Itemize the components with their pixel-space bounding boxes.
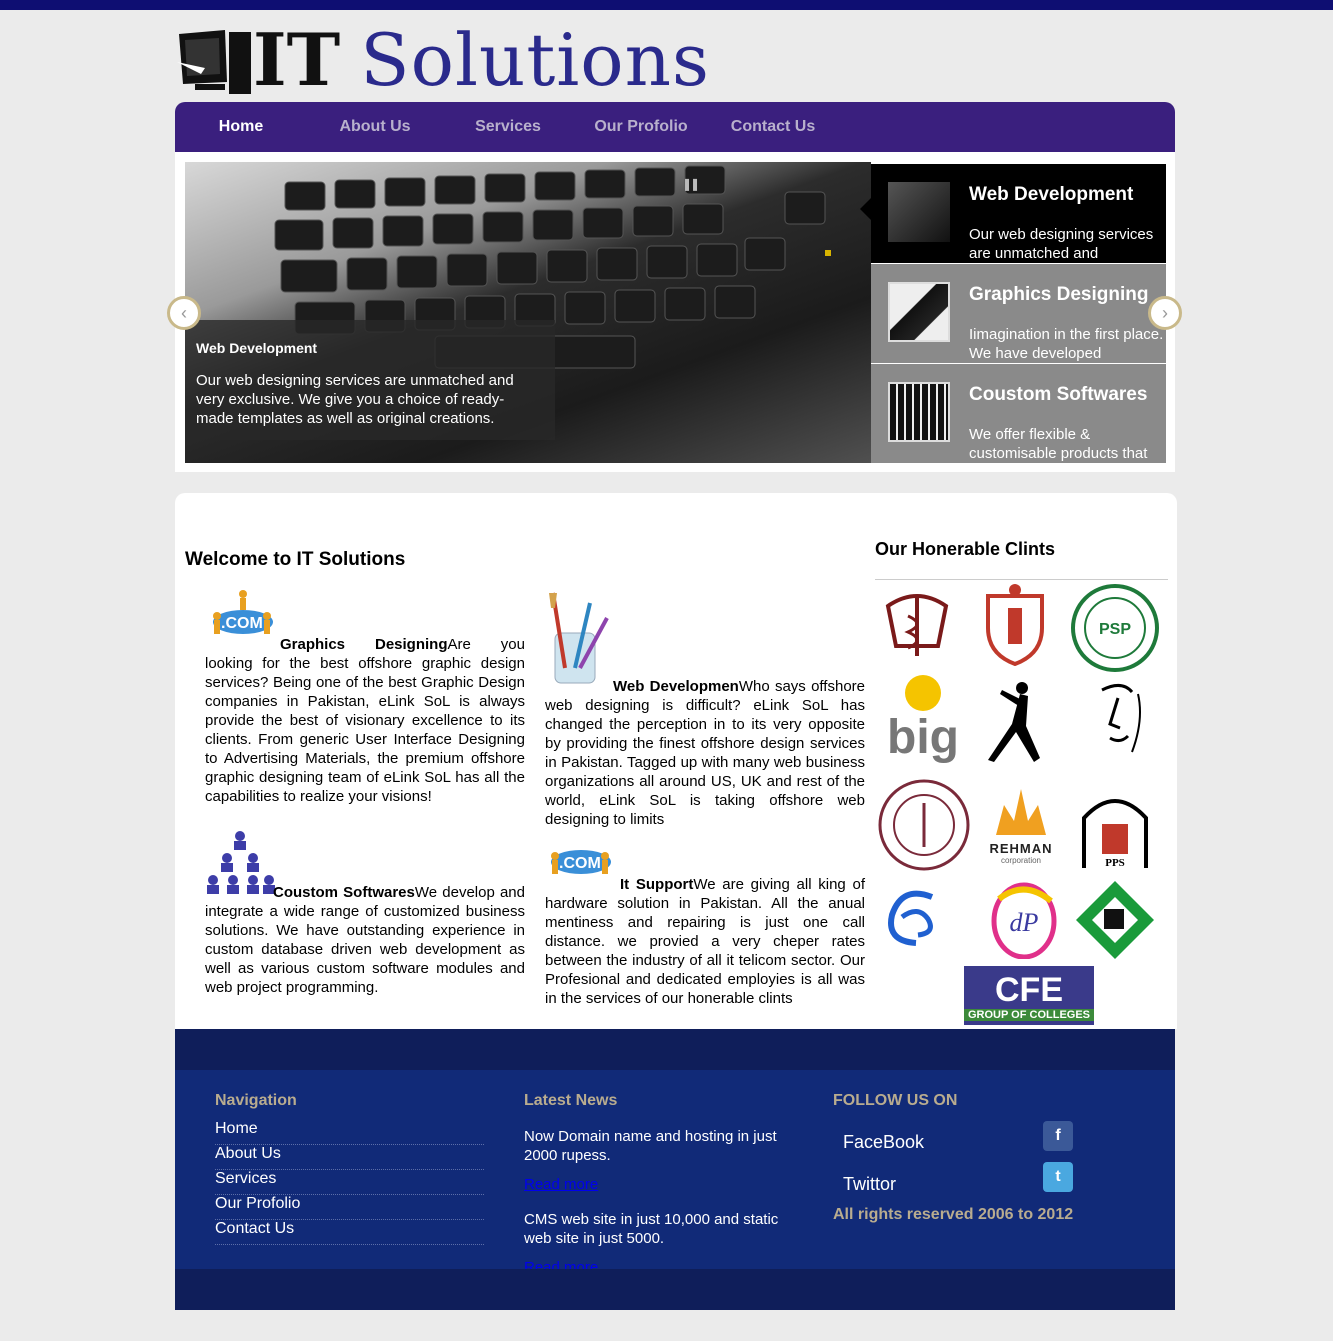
svg-text:PPS: PPS <box>1105 857 1125 869</box>
clients-divider <box>875 579 1168 580</box>
pps-gate-icon[interactable]: PPS <box>1073 783 1157 873</box>
footer-link-our-profolio[interactable]: Our Profolio <box>215 1195 484 1220</box>
block-text: Are you looking for the best offshore gr… <box>205 636 525 805</box>
footer: Navigation Home About Us Services Our Pr… <box>175 1070 1175 1276</box>
footer-link-contact-us[interactable]: Contact Us <box>215 1220 484 1245</box>
chevron-right-icon: › <box>1162 303 1168 323</box>
caduceus-crest-icon[interactable] <box>877 585 957 665</box>
rehman-crown-icon[interactable]: REHMAN corporation <box>975 778 1067 872</box>
slider-tab-coustom-softwares[interactable]: Coustom Softwares We offer flexible & cu… <box>871 364 1166 463</box>
slider-prev-arrow[interactable]: ‹ <box>167 296 201 330</box>
tab-text: We offer flexible & customisable product… <box>969 426 1148 462</box>
main-nav: Home About Us Services Our Profolio Cont… <box>175 102 1175 152</box>
tab-text: Iimagination in the first place. We have… <box>969 326 1164 362</box>
block-text: Who says offshore web designing is diffi… <box>545 678 865 828</box>
svg-text:PSP: PSP <box>1099 621 1131 638</box>
tab-text: Our web designing services are unmatched… <box>969 226 1154 262</box>
read-more-link[interactable]: Read more <box>524 1176 598 1193</box>
footer-link-about-us[interactable]: About Us <box>215 1145 484 1170</box>
clients-title: Our Honerable Clints <box>875 539 1056 559</box>
facebook-link[interactable]: FaceBook <box>843 1132 924 1153</box>
slider-tabs: Web Development Our web designing servic… <box>871 164 1166 463</box>
tab-title: Coustom Softwares <box>969 384 1148 405</box>
footer-follow-title: FOLLOW US ON <box>833 1092 958 1109</box>
caption-text: Our web designing services are unmatched… <box>196 372 514 427</box>
slider-next-arrow[interactable]: › <box>1148 296 1182 330</box>
psp-seal-icon[interactable]: PSP <box>1070 583 1160 673</box>
nav-home[interactable]: Home <box>197 102 285 152</box>
svg-text:big: big <box>887 711 959 763</box>
computer-logo-icon <box>177 30 251 94</box>
nav-our-profolio[interactable]: Our Profolio <box>585 102 697 152</box>
slide-caption: Web Development Our web designing servic… <box>185 320 555 440</box>
dp-circle-icon[interactable]: dP <box>988 878 1060 960</box>
big-logo-icon[interactable]: big <box>881 673 971 763</box>
footer-news-title: Latest News <box>524 1092 618 1109</box>
notebook-thumb-icon <box>888 282 950 342</box>
main-content: Welcome to IT Solutions .COM Graphics De… <box>175 493 1177 1029</box>
block-title: Coustom Softwares <box>273 884 415 901</box>
welcome-title: Welcome to IT Solutions <box>185 549 406 570</box>
top-bar <box>0 0 1333 10</box>
shield-crest-icon[interactable] <box>980 581 1050 667</box>
tab-title: Graphics Designing <box>969 284 1149 305</box>
cs-swirl-icon[interactable] <box>880 883 950 953</box>
paint-brushes-icon <box>549 592 609 684</box>
block-title: Web Developmen <box>613 678 739 695</box>
web-development-block: Web DevelopmenWho says offshore web desi… <box>545 677 865 829</box>
nav-contact-us[interactable]: Contact Us <box>723 102 823 152</box>
cfe-logo-icon[interactable]: CFE GROUP OF COLLEGES <box>964 966 1094 1025</box>
nav-services[interactable]: Services <box>463 102 553 152</box>
svg-text:dP: dP <box>1010 908 1039 937</box>
logo-it: IT <box>253 17 341 102</box>
graphics-designing-block: Graphics DesigningAre you looking for th… <box>205 635 525 806</box>
block-text: We are giving all king of hardware solut… <box>545 876 865 1007</box>
footer-top-band <box>175 1029 1175 1070</box>
twitter-link[interactable]: Twittor <box>843 1174 896 1195</box>
footer-link-services[interactable]: Services <box>215 1170 484 1195</box>
facebook-icon[interactable]: f <box>1043 1121 1073 1151</box>
news-item-text: Now Domain name and hosting in just 2000… <box>524 1128 777 1164</box>
nav-about-us[interactable]: About Us <box>325 102 425 152</box>
yoga-figure-icon[interactable] <box>980 679 1060 767</box>
svg-text:.COM: .COM <box>559 855 601 872</box>
coustom-softwares-block: Coustom SoftwaresWe develop and integrat… <box>205 883 525 997</box>
it-support-block: It SupportWe are giving all king of hard… <box>545 875 865 1008</box>
caption-title: Web Development <box>196 340 318 356</box>
featured-slider: ❚❚ Web Development Our web designing ser… <box>167 152 1182 472</box>
site-logo[interactable]: IT Solutions <box>175 18 775 100</box>
svg-text:.COM: .COM <box>221 615 263 632</box>
copyright-text: All rights reserved 2006 to 2012 <box>833 1206 1074 1223</box>
tab-title: Web Development <box>969 184 1134 205</box>
chevron-left-icon: ‹ <box>181 303 187 323</box>
green-diamond-icon[interactable] <box>1073 878 1157 962</box>
footer-bottom-band <box>175 1269 1175 1310</box>
typography-thumb-icon <box>888 382 950 442</box>
slider-tab-web-development[interactable]: Web Development Our web designing servic… <box>871 164 1166 263</box>
pause-icon[interactable]: ❚❚ <box>682 177 700 191</box>
logo-text: IT Solutions <box>253 17 710 102</box>
logo-solutions: Solutions <box>360 18 710 102</box>
footer-link-home[interactable]: Home <box>215 1120 484 1145</box>
twitter-icon[interactable]: t <box>1043 1162 1073 1192</box>
laptop-thumb-icon <box>888 182 950 242</box>
medical-seal-icon[interactable] <box>877 778 971 872</box>
footer-nav-title: Navigation <box>215 1092 297 1109</box>
block-title: It Support <box>620 876 694 893</box>
slider-tab-graphics-designing[interactable]: Graphics Designing Iimagination in the f… <box>871 264 1166 363</box>
block-title: Graphics Designing <box>280 636 448 653</box>
news-item-text: CMS web site in just 10,000 and static w… <box>524 1211 779 1247</box>
face-sketch-icon[interactable] <box>1080 679 1150 759</box>
